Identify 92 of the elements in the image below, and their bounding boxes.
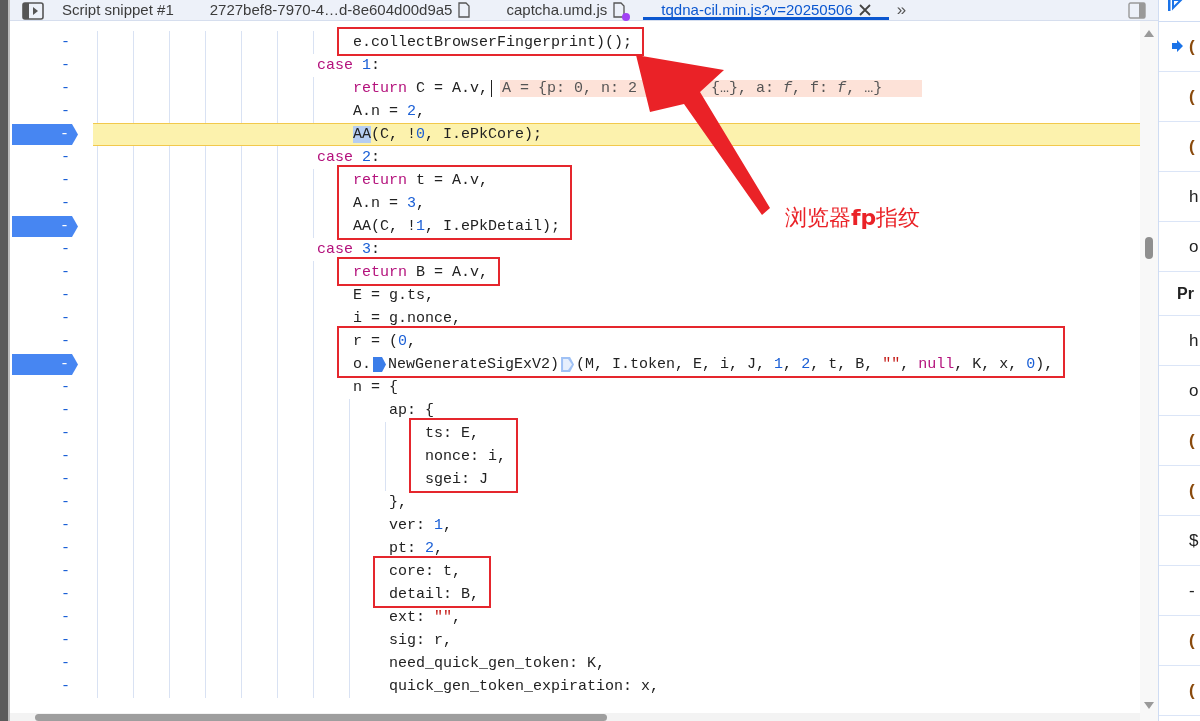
code-line: nonce: i, xyxy=(425,447,506,467)
panel-toggle-icon[interactable] xyxy=(1128,1,1146,19)
line-number[interactable]: - xyxy=(61,78,70,99)
call-frame[interactable]: ( xyxy=(1189,680,1195,701)
line-number[interactable]: - xyxy=(61,331,70,352)
code-line: return C = A.v, xyxy=(353,79,489,99)
code-line: return t = A.v, xyxy=(353,171,489,191)
line-number[interactable]: - xyxy=(61,515,70,536)
code-line: }, xyxy=(389,493,407,513)
code-line: A.n = 2, xyxy=(353,102,426,122)
line-number[interactable]: - xyxy=(61,630,70,651)
file-tab[interactable]: tqdna-cil.min.js?v=20250506 xyxy=(643,0,889,20)
call-frame[interactable]: ( xyxy=(1189,36,1195,57)
line-number[interactable]: - xyxy=(61,538,70,559)
more-tabs-button[interactable]: » xyxy=(888,0,915,20)
code-line: need_quick_gen_token: K, xyxy=(389,654,606,674)
line-number[interactable]: - xyxy=(61,101,70,122)
code-line: ts: E, xyxy=(425,424,479,444)
code-text: o. xyxy=(353,355,371,375)
line-number[interactable]: - xyxy=(61,676,70,697)
code-line: sig: r, xyxy=(389,631,452,651)
line-number[interactable]: - xyxy=(61,423,70,444)
line-number[interactable]: - xyxy=(61,193,70,214)
call-frame[interactable]: h xyxy=(1189,330,1199,351)
line-number[interactable]: - xyxy=(61,32,70,53)
inline-breakpoint-icon[interactable] xyxy=(373,357,386,372)
call-frame[interactable]: ( xyxy=(1189,430,1195,451)
line-number[interactable]: - xyxy=(61,262,70,283)
file-tab[interactable]: Script snippet #1 xyxy=(44,0,192,20)
close-icon[interactable] xyxy=(858,4,871,16)
line-number[interactable]: - xyxy=(61,607,70,628)
scroll-up-icon[interactable] xyxy=(1144,30,1154,37)
code-text: NewGenerateSigExV2) xyxy=(388,355,560,375)
vertical-scrollbar-thumb[interactable] xyxy=(1145,237,1153,259)
call-frame[interactable]: o xyxy=(1189,236,1199,257)
line-number[interactable]: - xyxy=(61,377,70,398)
code-text: (M, I.token, E, i, J, 1, 2, t, B, "", null, K, x, 0), xyxy=(576,355,1054,375)
call-frame[interactable]: ( xyxy=(1189,86,1195,107)
line-number[interactable]: - xyxy=(61,55,70,76)
code-line: case 2: xyxy=(317,148,381,168)
code-line: A.n = 3, xyxy=(353,194,426,214)
breakpoint-marker[interactable]: - xyxy=(12,124,78,145)
code-line: quick_gen_token_expiration: x, xyxy=(389,677,660,697)
code-line: return B = A.v, xyxy=(353,263,489,283)
section-header: Pr xyxy=(1177,284,1194,303)
code-line: n = { xyxy=(353,378,398,398)
code-line: ver: 1, xyxy=(389,516,453,536)
line-number[interactable]: - xyxy=(61,492,70,513)
code-line: e.collectBrowserFingerprint)(); xyxy=(353,33,633,53)
annotation-label: 浏览器fp指纹 xyxy=(785,204,921,232)
breakpoint-marker[interactable]: - xyxy=(12,354,78,375)
call-frame[interactable]: ( xyxy=(1189,480,1195,501)
call-frame[interactable]: $ xyxy=(1189,530,1199,551)
code-line: r = (0, xyxy=(353,332,417,352)
horizontal-scrollbar-thumb[interactable] xyxy=(35,713,607,721)
line-number[interactable]: - xyxy=(61,285,70,306)
file-tab[interactable]: captcha.umd.js xyxy=(488,0,644,20)
call-frame[interactable]: - xyxy=(1189,580,1195,601)
resume-icon[interactable] xyxy=(1167,0,1183,12)
line-number[interactable]: - xyxy=(61,584,70,605)
inline-breakpoint-icon[interactable] xyxy=(561,357,575,372)
code-line: E = g.ts, xyxy=(353,286,434,306)
file-tab[interactable]: 2727bef8-7970-4…d-8e604d00d9a5 xyxy=(191,0,489,20)
call-frame[interactable]: h xyxy=(1189,186,1199,207)
line-number[interactable]: - xyxy=(61,308,70,329)
call-frame[interactable]: ( xyxy=(1189,136,1195,157)
code-line: sgei: J xyxy=(425,470,488,490)
line-number[interactable]: - xyxy=(61,239,70,260)
code-line: AA(C, !1, I.ePkDetail); xyxy=(353,217,561,237)
line-number[interactable]: - xyxy=(61,446,70,467)
code-line: pt: 2, xyxy=(389,539,444,559)
code-line: ext: "", xyxy=(389,608,462,628)
call-frame[interactable]: o xyxy=(1189,380,1199,401)
line-number[interactable]: - xyxy=(61,653,70,674)
code-line: i = g.nonce, xyxy=(353,309,462,329)
file-icon xyxy=(458,2,471,18)
code-line: AA(C, !0, I.ePkCore); xyxy=(353,125,543,145)
code-line: case 1: xyxy=(317,56,381,76)
sidebar-toggle-icon[interactable] xyxy=(22,1,44,20)
breakpoint-marker[interactable]: - xyxy=(12,216,78,237)
line-number[interactable]: - xyxy=(61,561,70,582)
code-line: core: t, xyxy=(389,562,461,582)
scroll-down-icon[interactable] xyxy=(1144,702,1154,709)
line-number[interactable]: - xyxy=(61,147,70,168)
call-frame[interactable]: ( xyxy=(1189,630,1195,651)
line-number[interactable]: - xyxy=(61,400,70,421)
code-line: ap: { xyxy=(389,401,434,421)
code-line: detail: B, xyxy=(389,585,479,605)
code-line: case 3: xyxy=(317,240,381,260)
line-number[interactable]: - xyxy=(61,469,70,490)
line-number[interactable]: - xyxy=(61,170,70,191)
file-icon xyxy=(613,2,626,18)
